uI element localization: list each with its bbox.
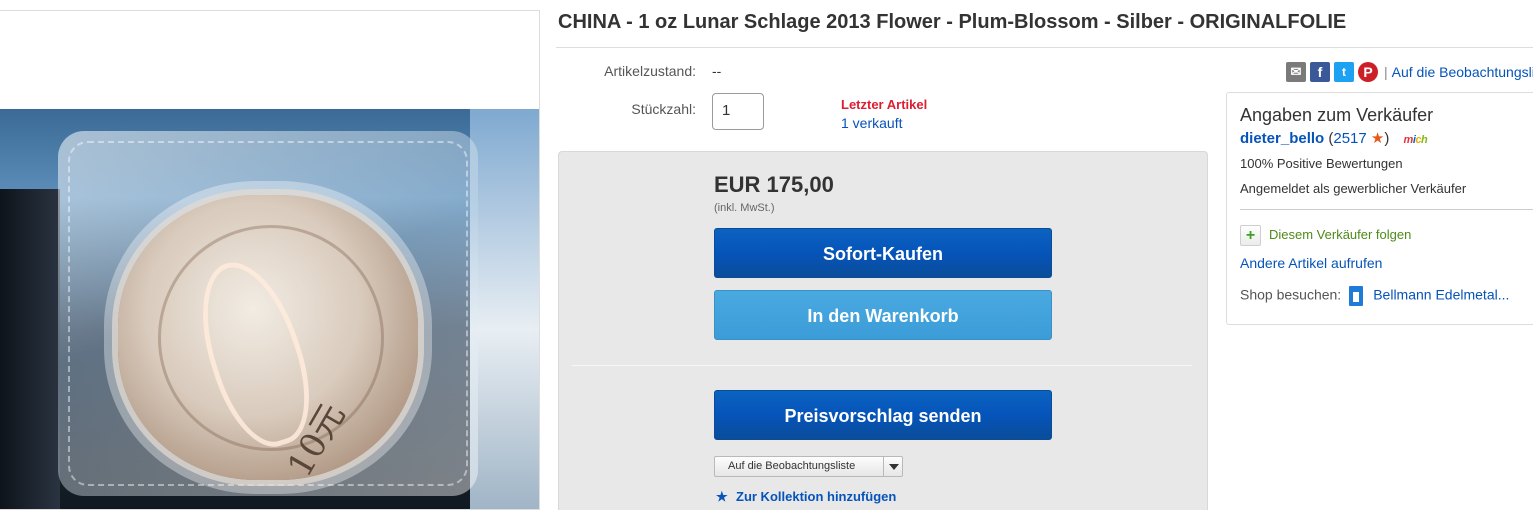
follow-seller-label: Diesem Verkäufer folgen [1269, 226, 1412, 242]
watchlist-dropdown[interactable]: Auf die Beobachtungsliste [714, 456, 903, 477]
price: EUR 175,00 [714, 172, 834, 197]
add-to-cart-button[interactable]: In den Warenkorb [714, 290, 1052, 340]
shop-link[interactable]: Bellmann Edelmetal... [1373, 287, 1509, 303]
share-row: ✉ftP |Auf die Beobachtungsliste [1286, 62, 1533, 82]
business-seller-note: Angemeldet als gewerblicher Verkäufer [1240, 181, 1467, 196]
photo-card-background [470, 109, 539, 509]
plus-icon: + [1240, 225, 1261, 246]
add-to-collection-label: Zur Kollektion hinzufügen [736, 489, 897, 504]
condition-label: Artikelzustand: [604, 63, 696, 79]
last-item-notice: Letzter Artikel [841, 97, 928, 112]
watchlist-dropdown-label: Auf die Beobachtungsliste [728, 460, 856, 472]
condition-value: -- [712, 63, 722, 79]
score-paren-close: ) [1384, 130, 1390, 147]
watchlist-link[interactable]: Auf die Beobachtungsliste [1392, 62, 1533, 82]
product-photo[interactable]: 10元 [0, 109, 539, 509]
quantity-input[interactable]: 1 [712, 93, 764, 130]
buy-now-button[interactable]: Sofort-Kaufen [714, 228, 1052, 278]
feedback-score[interactable]: 2517 [1333, 130, 1366, 147]
seller-username[interactable]: dieter_bello [1240, 130, 1324, 147]
image-panel: 10元 [0, 10, 540, 510]
sold-count-link[interactable]: 1 verkauft [841, 115, 902, 131]
buy-box-divider [572, 365, 1192, 366]
vat-note: (inkl. MwSt.) [714, 202, 775, 214]
photo-box-background [0, 189, 60, 509]
seller-divider [1240, 209, 1533, 210]
seller-info-box: Angaben zum Verkäufer dieter_bello (2517… [1226, 92, 1533, 325]
dropdown-separator [883, 457, 884, 476]
quantity-label: Stückzahl: [631, 101, 696, 117]
facebook-icon[interactable]: f [1310, 62, 1330, 82]
store-icon [1349, 286, 1364, 306]
pinterest-icon[interactable]: P [1358, 62, 1378, 82]
me-page-icon[interactable]: mich [1404, 134, 1428, 146]
title-divider [556, 47, 1533, 48]
add-to-collection-link[interactable]: ★ Zur Kollektion hinzufügen [716, 489, 896, 505]
positive-feedback: 100% Positive Bewertungen [1240, 156, 1403, 171]
seller-header: Angaben zum Verkäufer [1240, 105, 1434, 125]
twitter-icon[interactable]: t [1334, 62, 1354, 82]
shop-row: Shop besuchen: Bellmann Edelmetal... [1240, 286, 1509, 306]
rating-star-icon: ★ [1370, 130, 1385, 147]
mail-icon[interactable]: ✉ [1286, 62, 1306, 82]
item-title: CHINA - 1 oz Lunar Schlage 2013 Flower -… [558, 11, 1347, 33]
star-icon: ★ [716, 489, 728, 504]
shop-label: Shop besuchen: [1240, 286, 1342, 303]
follow-seller-link[interactable]: + Diesem Verkäufer folgen [1240, 225, 1411, 246]
seller-name-row: dieter_bello (2517 ★) mich [1240, 129, 1428, 147]
make-offer-button[interactable]: Preisvorschlag senden [714, 390, 1052, 440]
chevron-down-icon[interactable] [889, 464, 899, 470]
share-separator: | [1384, 64, 1388, 80]
other-items-link[interactable]: Andere Artikel aufrufen [1240, 255, 1382, 271]
